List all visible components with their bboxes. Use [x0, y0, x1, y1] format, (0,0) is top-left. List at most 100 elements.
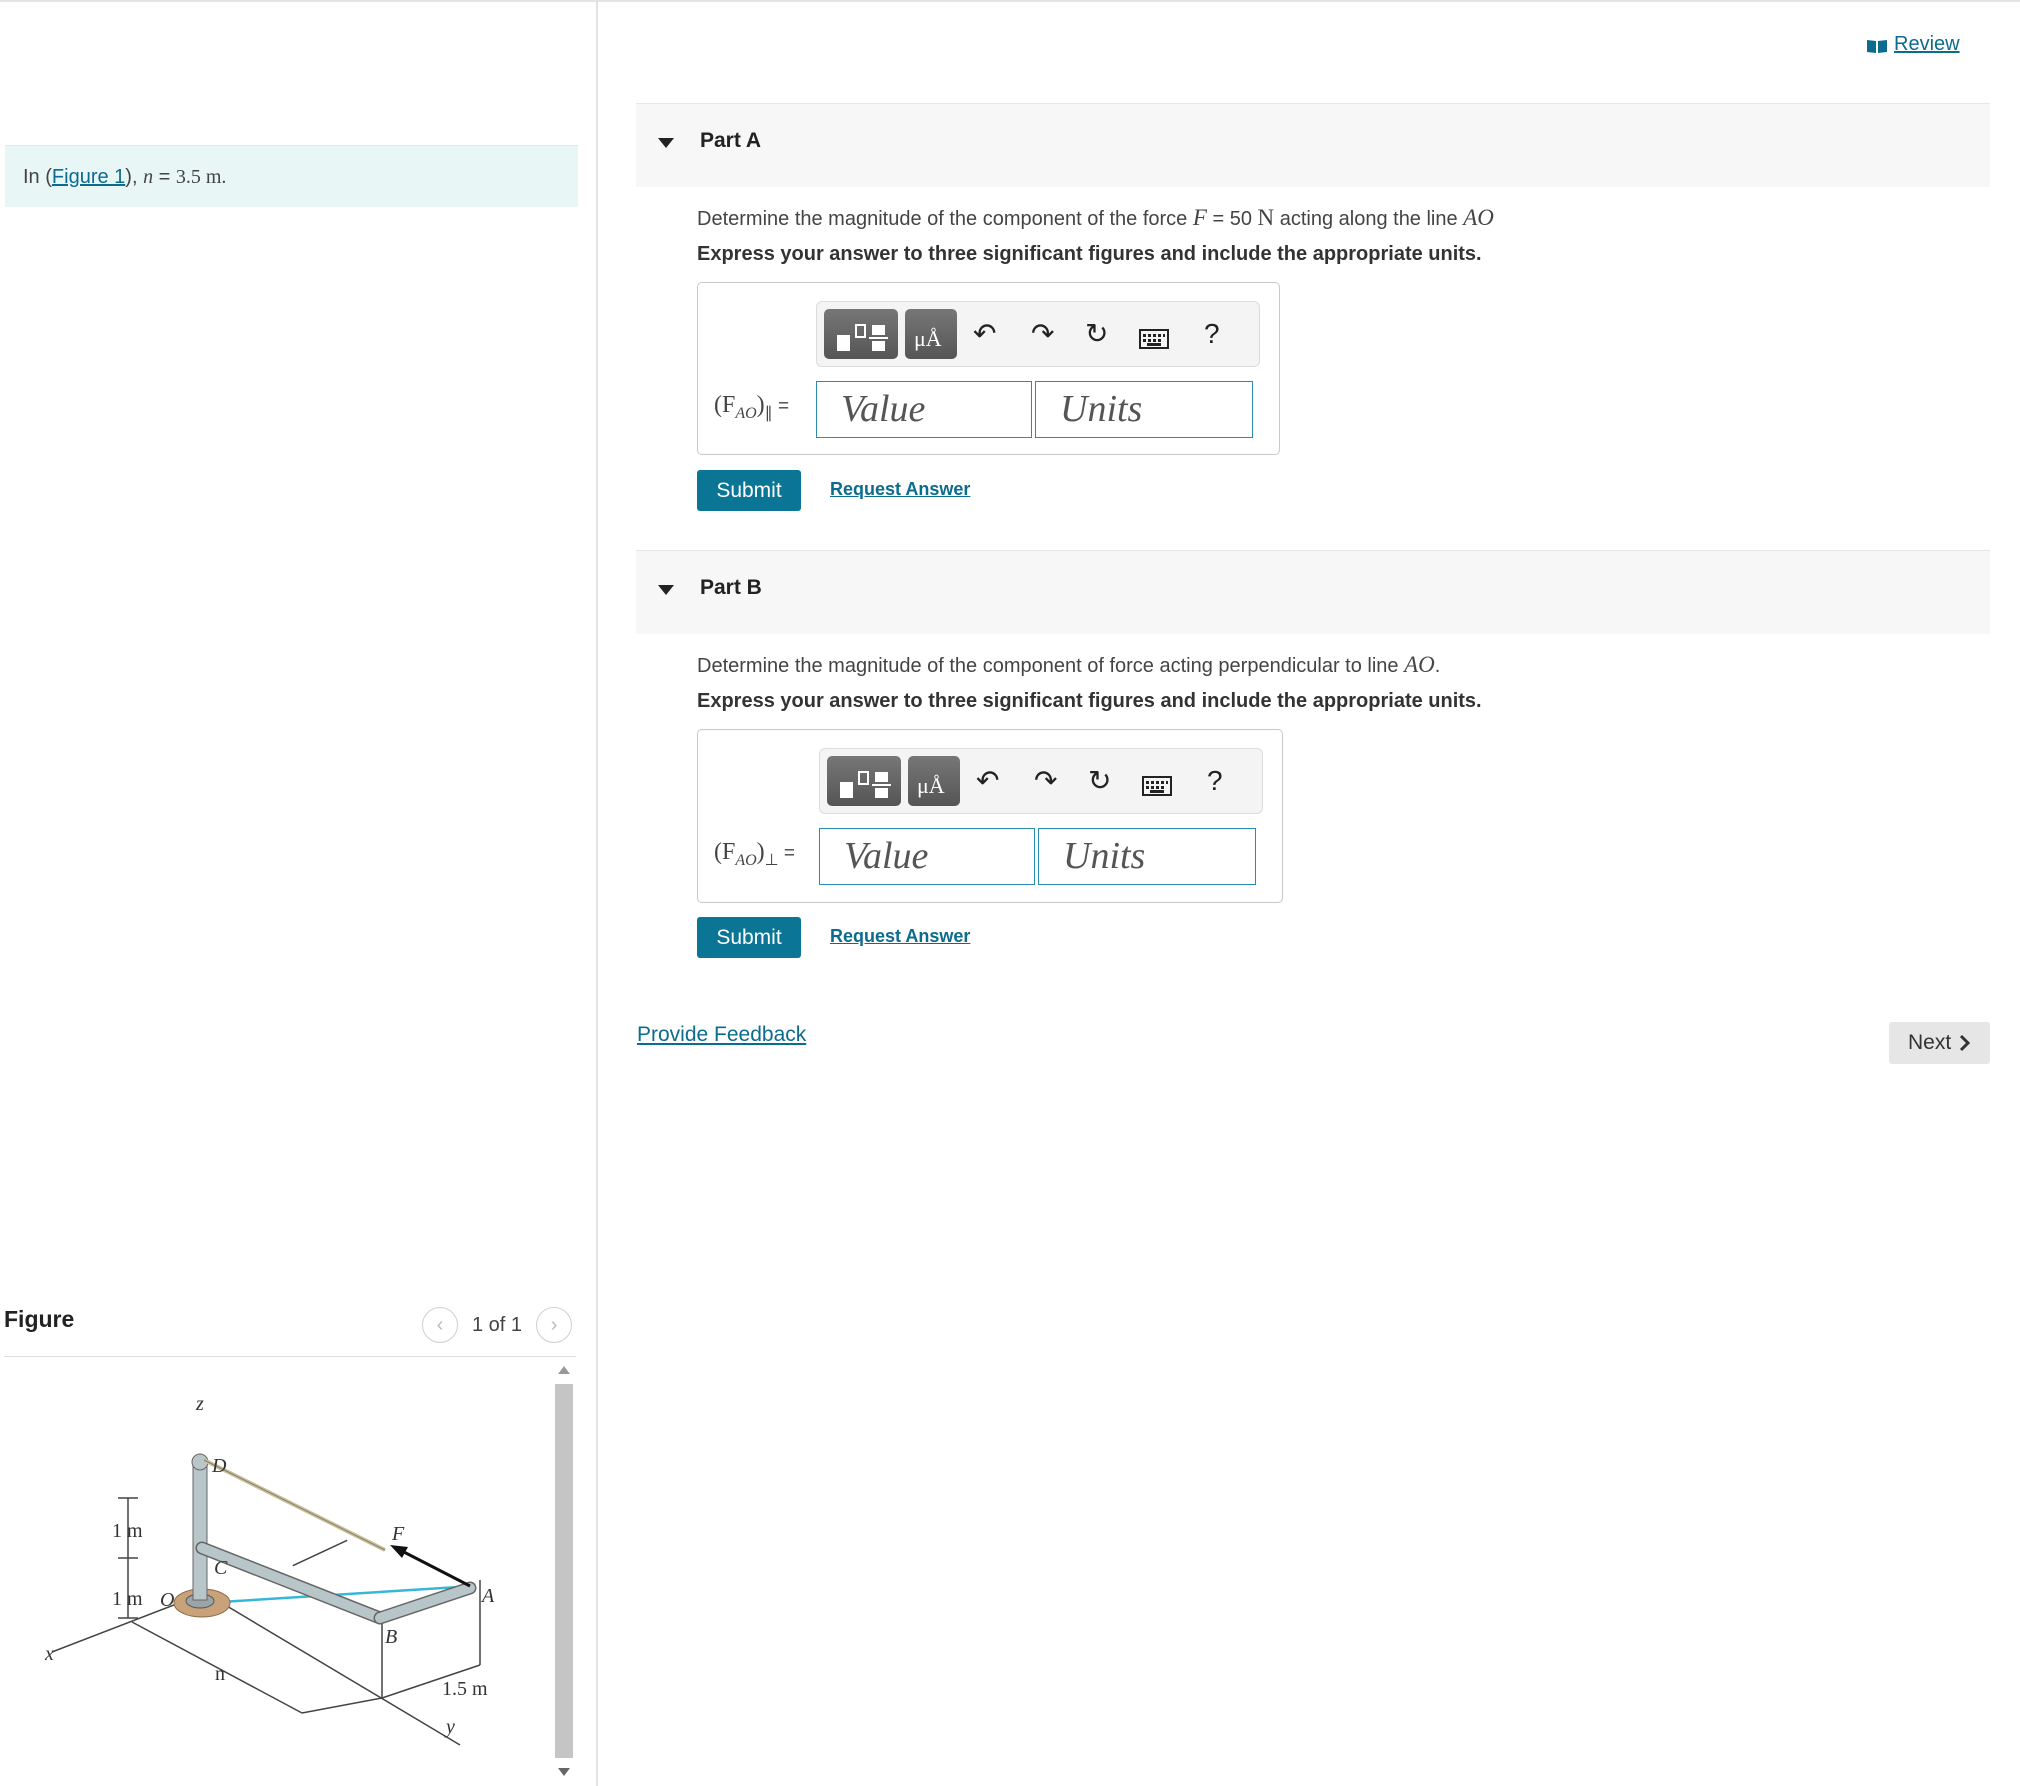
help-icon[interactable]: ?	[1204, 316, 1220, 352]
templates-button[interactable]	[824, 309, 898, 359]
collapse-caret-icon[interactable]	[658, 138, 674, 148]
point-c-label: C	[214, 1557, 228, 1579]
part-b-request-answer-link[interactable]: Request Answer	[830, 926, 970, 947]
axis-y-label: y	[444, 1716, 455, 1738]
scrollbar-thumb[interactable]	[555, 1384, 573, 1758]
intro-variable: n	[143, 166, 154, 188]
undo-icon[interactable]: ↶	[976, 763, 999, 799]
part-a-toolbar: μÅ ↶ ↷ ↻ ?	[816, 301, 1260, 367]
intro-value: 3.5 m	[175, 166, 222, 188]
figure-pager: ‹ 1 of 1 ›	[422, 1307, 573, 1343]
figure-link[interactable]: Figure 1	[52, 166, 125, 188]
reset-icon[interactable]: ↻	[1088, 763, 1111, 799]
column-divider	[596, 0, 598, 1786]
top-rule	[0, 0, 2020, 3]
eq-perpendicular-symbol: ⊥	[764, 851, 779, 869]
keyboard-icon[interactable]	[1139, 322, 1169, 358]
eq-close: )	[756, 839, 765, 865]
part-a-header[interactable]: Part A	[636, 103, 1990, 187]
part-a-value-input[interactable]: Value	[816, 381, 1032, 438]
keyboard-icon[interactable]	[1142, 769, 1172, 805]
figure-image: z x y D C O B A F n 1 m 1 m 1.5 m	[44, 1393, 495, 1746]
undo-icon[interactable]: ↶	[973, 316, 996, 352]
next-figure-button[interactable]: ›	[536, 1307, 573, 1343]
provide-feedback-link[interactable]: Provide Feedback	[637, 1023, 806, 1047]
part-b-header[interactable]: Part B	[636, 550, 1990, 634]
collapse-caret-icon[interactable]	[658, 585, 674, 595]
templates-icon	[840, 771, 891, 798]
units-symbols-button[interactable]: μÅ	[905, 309, 957, 359]
dim-1-5m-label: 1.5 m	[442, 1678, 488, 1700]
review-link[interactable]: Review	[1866, 33, 1960, 56]
part-a-request-answer-link[interactable]: Request Answer	[830, 479, 970, 500]
part-b-toolbar: μÅ ↶ ↷ ↻ ?	[819, 748, 1263, 814]
eq-equals: =	[778, 843, 795, 864]
eq-main: (F	[714, 839, 736, 865]
part-a-question: Determine the magnitude of the component…	[697, 205, 1494, 231]
templates-button[interactable]	[827, 756, 901, 806]
intro-prefix: In (	[23, 166, 52, 188]
eq-subscript: AO	[735, 404, 757, 422]
next-button[interactable]: Next	[1889, 1022, 1990, 1064]
scroll-down-icon[interactable]	[558, 1768, 570, 1776]
units-symbol-icon: μÅ	[914, 326, 942, 351]
point-b-label: B	[385, 1626, 397, 1648]
point-a-label: A	[480, 1585, 495, 1607]
question-text: Determine the magnitude of the component…	[697, 655, 1405, 677]
force-equals: = 50	[1206, 208, 1258, 230]
book-icon	[1866, 37, 1888, 53]
eq-main: (F	[714, 392, 736, 418]
eq-parallel-symbol: ∥	[764, 404, 773, 422]
eq-subscript: AO	[735, 851, 757, 869]
question-text-end: acting along the line	[1274, 208, 1464, 230]
axis-x-label: x	[44, 1643, 54, 1665]
question-text-end: .	[1434, 655, 1441, 677]
part-b-question: Determine the magnitude of the component…	[697, 652, 1440, 678]
units-symbols-button[interactable]: μÅ	[908, 756, 960, 806]
figure-scrollbar[interactable]	[553, 1360, 575, 1786]
dim-1m-bottom-label: 1 m	[112, 1588, 143, 1610]
force-variable: F	[1192, 205, 1207, 230]
reset-icon[interactable]: ↻	[1085, 316, 1108, 352]
part-b-submit-button[interactable]: Submit	[697, 917, 801, 958]
line-label: AO	[1404, 652, 1435, 677]
part-b-title: Part B	[700, 576, 762, 599]
figure-count: 1 of 1	[472, 1313, 523, 1336]
force-unit: N	[1257, 205, 1275, 230]
axis-z-label: z	[195, 1393, 204, 1415]
redo-icon[interactable]: ↷	[1034, 763, 1057, 799]
eq-close: )	[756, 392, 765, 418]
intro-period: .	[221, 166, 227, 188]
chevron-left-icon: ‹	[436, 1313, 444, 1336]
part-b-equation-label: (FAO)⊥ =	[714, 838, 795, 870]
line-label: AO	[1463, 205, 1494, 230]
force-f-label: F	[391, 1523, 405, 1545]
redo-icon[interactable]: ↷	[1031, 316, 1054, 352]
part-a-equation-label: (FAO)∥ =	[714, 391, 789, 423]
chevron-right-icon: ›	[550, 1313, 558, 1336]
dim-1m-top-label: 1 m	[112, 1520, 143, 1542]
part-b-instruction: Express your answer to three significant…	[697, 690, 1482, 712]
chevron-right-icon	[1959, 1034, 1971, 1052]
eq-equals: =	[772, 396, 790, 417]
scroll-up-icon[interactable]	[558, 1366, 570, 1374]
point-d-label: D	[211, 1455, 227, 1477]
review-label: Review	[1894, 33, 1960, 55]
help-icon[interactable]: ?	[1207, 763, 1223, 799]
intro-equals: =	[153, 166, 176, 188]
figure-divider	[4, 1356, 576, 1357]
part-a-submit-button[interactable]: Submit	[697, 470, 801, 511]
intro-suffix: ),	[125, 166, 144, 188]
question-text: Determine the magnitude of the component…	[697, 208, 1193, 230]
point-o-label: O	[160, 1589, 174, 1611]
part-b-units-input[interactable]: Units	[1038, 828, 1256, 885]
prev-figure-button[interactable]: ‹	[422, 1307, 458, 1343]
figure-title: Figure	[4, 1306, 75, 1332]
part-a-units-input[interactable]: Units	[1035, 381, 1253, 438]
part-a-answer-box: μÅ ↶ ↷ ↻ ? (FAO)∥ = Value Units	[697, 282, 1280, 455]
dim-n-label: n	[215, 1663, 225, 1685]
units-symbol-icon: μÅ	[917, 773, 945, 798]
part-a-instruction: Express your answer to three significant…	[697, 243, 1482, 265]
part-b-value-input[interactable]: Value	[819, 828, 1035, 885]
part-a-title: Part A	[700, 129, 762, 152]
